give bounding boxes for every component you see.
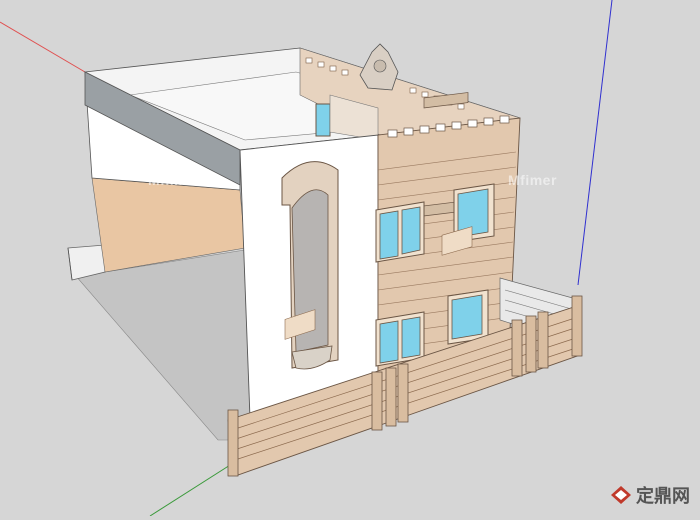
diamond-logo-icon bbox=[611, 486, 631, 504]
upper-left-window bbox=[375, 201, 425, 263]
ground-shadow bbox=[74, 249, 251, 441]
red-axis bbox=[0, 21, 86, 73]
sketchup-viewport[interactable]: Mfimer Mfimer 定鼎网 bbox=[0, 0, 700, 517]
crest-rosette bbox=[373, 59, 387, 73]
green-axis bbox=[149, 459, 239, 517]
brand-logo: 定鼎网 bbox=[610, 482, 690, 508]
watermark-left: Mfimer bbox=[148, 172, 197, 188]
brand-text: 定鼎网 bbox=[636, 486, 690, 507]
blue-axis bbox=[577, 0, 613, 286]
model-canvas[interactable] bbox=[0, 0, 700, 517]
back-window bbox=[315, 103, 331, 137]
watermark-right: Mfimer bbox=[508, 172, 557, 188]
lower-right-window bbox=[447, 289, 489, 345]
